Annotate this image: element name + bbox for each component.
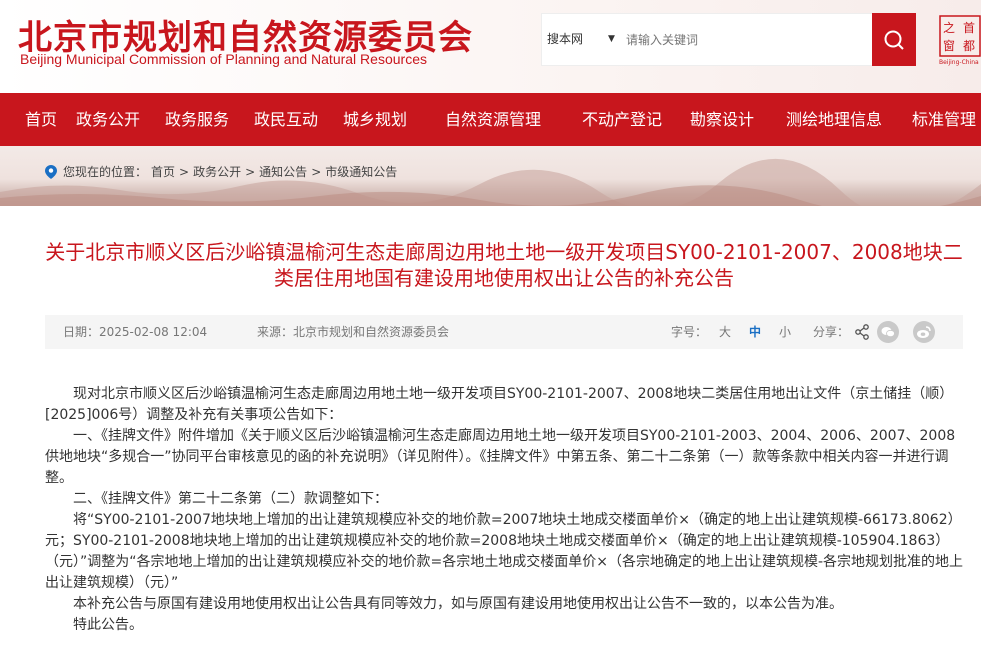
weibo-share-button[interactable] bbox=[913, 321, 935, 343]
nav-item-natural-resources[interactable]: 自然资源管理 bbox=[445, 93, 541, 146]
breadcrumb-prefix: 您现在的位置： bbox=[63, 165, 148, 179]
wechat-icon bbox=[881, 327, 895, 338]
article-paragraph: 特此公告。 bbox=[73, 617, 143, 633]
article-title: 关于北京市顺义区后沙峪镇温榆河生态走廊周边用地土地一级开发项目SY00-2101… bbox=[45, 240, 963, 290]
article-body: 现对北京市顺义区后沙峪镇温榆河生态走廊周边用地土地一级开发项目SY00-2101… bbox=[45, 384, 965, 636]
nav-item-government-services[interactable]: 政务服务 bbox=[165, 93, 229, 146]
breadcrumb-government-affairs[interactable]: 政务公开 bbox=[193, 163, 241, 180]
article-paragraph: 二、《挂牌文件》第二十二条第（二）款调整如下： bbox=[73, 491, 388, 507]
main-nav: 首页 政务公开 政务服务 政民互动 城乡规划 自然资源管理 不动产登记 勘察设计… bbox=[0, 93, 981, 146]
search-scope-select[interactable]: 搜本网 bbox=[547, 14, 583, 65]
article-paragraph: 现对北京市顺义区后沙峪镇温榆河生态走廊周边用地土地一级开发项目SY00-2101… bbox=[45, 386, 954, 423]
nav-item-survey-design[interactable]: 勘察设计 bbox=[690, 93, 754, 146]
search-icon bbox=[884, 30, 904, 50]
share-icon[interactable] bbox=[855, 324, 869, 340]
logo-caption: Beijing-China bbox=[939, 59, 979, 66]
breadcrumb-home[interactable]: 首页 bbox=[151, 163, 175, 180]
weibo-icon bbox=[917, 326, 931, 338]
article-paragraph: 将“SY00-2101-2007地块地上增加的出让建筑规模应补交的地价款=200… bbox=[45, 512, 964, 591]
site-header: 北京市规划和自然资源委员会 Beijing Municipal Commissi… bbox=[0, 0, 981, 93]
breadcrumb: 您现在的位置： 首页 > 政务公开 > 通知公告 > 市级通知公告 bbox=[45, 163, 401, 180]
nav-item-interaction[interactable]: 政民互动 bbox=[254, 93, 318, 146]
share-label: 分享： bbox=[813, 325, 850, 339]
nav-item-government-affairs[interactable]: 政务公开 bbox=[76, 93, 140, 146]
location-pin-icon bbox=[45, 164, 57, 179]
capital-window-logo[interactable]: 首 都 之 窗 Beijing-China bbox=[937, 14, 981, 66]
wechat-share-button[interactable] bbox=[877, 321, 899, 343]
article-paragraph: 一、《挂牌文件》附件增加《关于顺义区后沙峪镇温榆河生态走廊周边用地土地一级开发项… bbox=[45, 428, 956, 486]
chevron-down-icon[interactable]: ▼ bbox=[608, 14, 615, 65]
article-paragraph: 本补充公告与原国有建设用地使用权出让公告具有同等效力，如与原国有建设用地使用权出… bbox=[73, 596, 843, 612]
font-size-medium-button[interactable]: 中 bbox=[749, 315, 761, 349]
nav-item-home[interactable]: 首页 bbox=[25, 93, 57, 146]
article-date: 日期：2025-02-08 12:04 bbox=[63, 325, 208, 339]
nav-item-standards[interactable]: 标准管理 bbox=[912, 93, 976, 146]
article-source: 来源：北京市规划和自然资源委员会 bbox=[257, 325, 450, 339]
breadcrumb-city-notices[interactable]: 市级通知公告 bbox=[325, 163, 397, 180]
breadcrumb-separator: > bbox=[179, 164, 190, 179]
nav-item-real-estate[interactable]: 不动产登记 bbox=[582, 93, 662, 146]
breadcrumb-separator: > bbox=[311, 164, 322, 179]
site-subtitle: Beijing Municipal Commission of Planning… bbox=[20, 51, 427, 67]
search-input[interactable] bbox=[624, 28, 868, 52]
article-meta-bar: 日期：2025-02-08 12:04 来源：北京市规划和自然资源委员会 字号：… bbox=[45, 315, 963, 349]
font-size-small-button[interactable]: 小 bbox=[779, 315, 791, 349]
font-size-label: 字号： bbox=[671, 325, 708, 339]
logo-char: 窗 bbox=[943, 39, 955, 53]
breadcrumb-notices[interactable]: 通知公告 bbox=[259, 163, 307, 180]
logo-char: 首 bbox=[963, 21, 975, 35]
font-size-large-button[interactable]: 大 bbox=[719, 315, 731, 349]
nav-item-urban-planning[interactable]: 城乡规划 bbox=[343, 93, 407, 146]
logo-char: 之 bbox=[943, 21, 955, 35]
nav-item-surveying-mapping[interactable]: 测绘地理信息 bbox=[786, 93, 882, 146]
logo-char: 都 bbox=[963, 39, 975, 53]
search-box: 搜本网 ▼ bbox=[541, 13, 916, 66]
breadcrumb-separator: > bbox=[245, 164, 256, 179]
search-button[interactable] bbox=[872, 13, 916, 66]
